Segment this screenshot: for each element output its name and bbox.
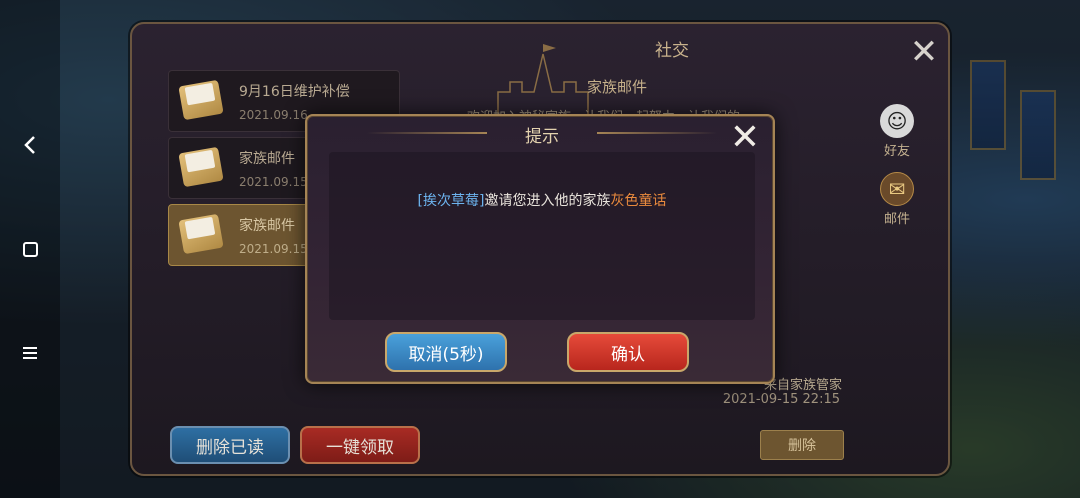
mail-title: 家族邮件: [239, 218, 295, 234]
inviter-name[interactable]: [挨次草莓]: [418, 193, 485, 209]
close-icon[interactable]: ✕: [906, 34, 942, 70]
menu-icon[interactable]: [18, 341, 42, 365]
mail-date: 2021.09.15: [239, 175, 308, 189]
invite-text: 邀请您进入他的家族: [484, 193, 611, 209]
chevron-left-icon[interactable]: [18, 133, 42, 157]
claim-all-button[interactable]: 一键领取: [300, 426, 420, 464]
mail-title: 家族邮件: [239, 151, 295, 167]
tab-mail-label: 邮件: [883, 212, 910, 227]
envelope-icon: [178, 146, 224, 188]
tab-mail[interactable]: ✉ 邮件: [872, 172, 922, 227]
title-ornament: [597, 132, 717, 134]
mail-date: 2021.09.16: [239, 108, 308, 122]
mail-detail-title: 家族邮件: [587, 78, 648, 96]
system-nav-bar: [0, 0, 60, 498]
title-ornament: [367, 132, 487, 134]
mail-date: 2021.09.15: [239, 242, 308, 256]
delete-button[interactable]: 删除: [760, 430, 844, 460]
friend-avatar-icon: ☺: [880, 104, 914, 138]
mail-icon: ✉: [880, 172, 914, 206]
panel-title: 社交: [655, 41, 689, 61]
dialog-content-area: [329, 152, 755, 320]
cancel-button[interactable]: 取消(5秒): [385, 332, 507, 372]
invite-message: [挨次草莓]邀请您进入他的家族灰色童话: [307, 190, 777, 210]
invite-dialog: 提示 ✕ [挨次草莓]邀请您进入他的家族灰色童话 取消(5秒) 确认: [305, 114, 775, 384]
square-icon[interactable]: [18, 237, 42, 261]
delete-read-button[interactable]: 删除已读: [170, 426, 290, 464]
mail-timestamp: 2021-09-15 22:15: [722, 392, 840, 407]
tab-friends-label: 好友: [883, 144, 910, 159]
envelope-icon: [178, 213, 224, 255]
family-name: 灰色童话: [610, 193, 667, 209]
envelope-icon: [178, 79, 224, 121]
dialog-title: 提示: [525, 127, 559, 147]
tab-friends[interactable]: ☺ 好友: [872, 104, 922, 159]
confirm-button[interactable]: 确认: [567, 332, 689, 372]
mail-title: 9月16日维护补偿: [239, 84, 350, 100]
